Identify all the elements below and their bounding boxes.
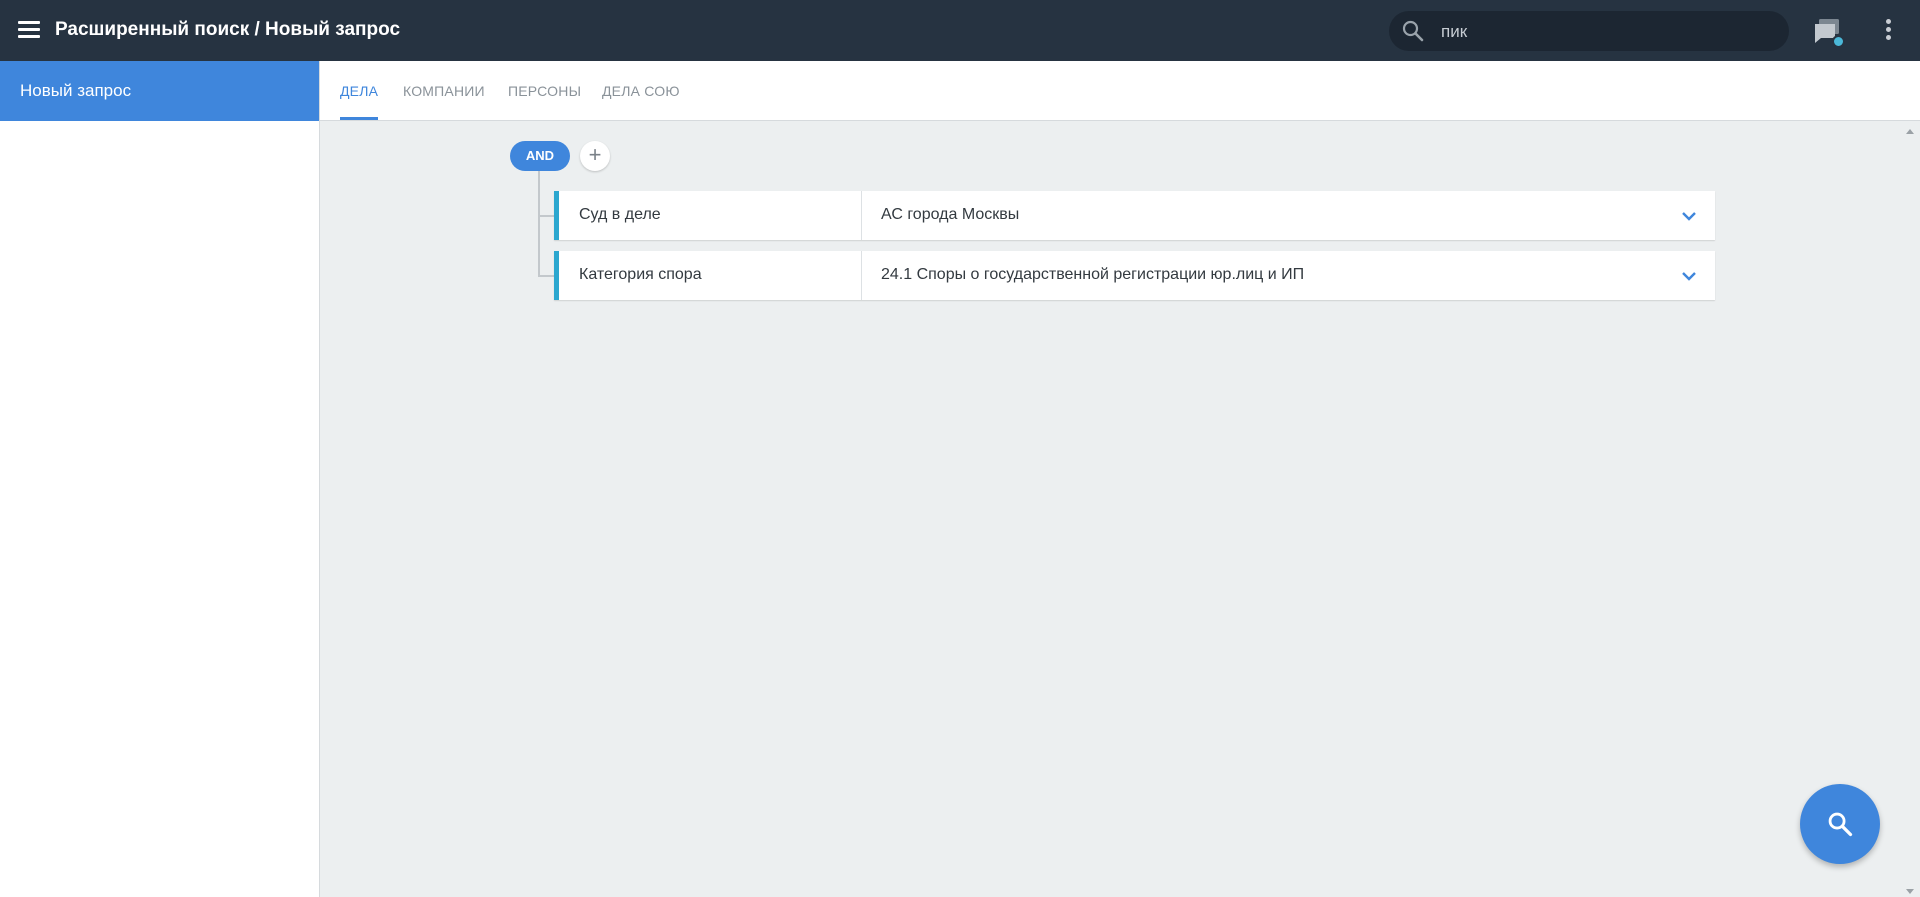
condition-value-text: 24.1 Споры о государственной регистрации… bbox=[881, 266, 1305, 283]
condition-row: Суд в деле АС города Москвы bbox=[554, 191, 1715, 240]
chevron-down-icon[interactable] bbox=[1681, 268, 1697, 284]
tree-branch bbox=[538, 275, 554, 277]
page-title: Расширенный поиск / Новый запрос bbox=[55, 19, 401, 40]
hamburger-icon[interactable] bbox=[18, 21, 40, 39]
search-box[interactable] bbox=[1389, 11, 1789, 51]
tree-branch bbox=[538, 215, 554, 217]
sidebar-item-label: Новый запрос bbox=[20, 81, 132, 100]
chat-icon[interactable] bbox=[1813, 17, 1845, 48]
condition-field[interactable]: Категория спора bbox=[559, 251, 862, 300]
query-builder: AND + Суд в деле АС города Москвы Катего… bbox=[320, 121, 1900, 897]
search-fab-button[interactable] bbox=[1800, 784, 1880, 864]
condition-field[interactable]: Суд в деле bbox=[559, 191, 862, 240]
condition-value-select[interactable]: АС города Москвы bbox=[862, 191, 1715, 240]
add-condition-button[interactable]: + bbox=[580, 141, 610, 171]
search-input[interactable] bbox=[1439, 19, 1773, 45]
chevron-down-icon[interactable] bbox=[1681, 208, 1697, 224]
condition-field-label: Категория спора bbox=[579, 266, 702, 283]
condition-row: Категория спора 24.1 Споры о государстве… bbox=[554, 251, 1715, 300]
sidebar: Новый запрос bbox=[0, 61, 320, 897]
condition-value-select[interactable]: 24.1 Споры о государственной регистрации… bbox=[862, 251, 1715, 300]
search-icon bbox=[1402, 20, 1424, 42]
notification-badge bbox=[1832, 35, 1845, 48]
tree-connector bbox=[538, 171, 540, 276]
condition-field-label: Суд в деле bbox=[579, 206, 661, 223]
tab-companies[interactable]: КОМПАНИИ bbox=[403, 83, 485, 120]
more-vert-icon[interactable] bbox=[1883, 19, 1893, 43]
scroll-up-arrow[interactable] bbox=[1906, 129, 1914, 134]
tab-cases[interactable]: ДЕЛА bbox=[340, 83, 379, 120]
tab-persons[interactable]: ПЕРСОНЫ bbox=[508, 83, 581, 120]
tab-bar: ДЕЛА КОМПАНИИ ПЕРСОНЫ ДЕЛА СОЮ bbox=[320, 61, 1920, 121]
scroll-down-arrow[interactable] bbox=[1906, 889, 1914, 894]
condition-value-text: АС города Москвы bbox=[881, 206, 1020, 223]
search-icon bbox=[1828, 812, 1853, 837]
sidebar-item-new-query[interactable]: Новый запрос bbox=[0, 61, 319, 121]
operator-and-button[interactable]: AND bbox=[510, 141, 570, 171]
tab-cases-sou[interactable]: ДЕЛА СОЮ bbox=[602, 83, 680, 120]
top-app-bar: Расширенный поиск / Новый запрос bbox=[0, 0, 1920, 61]
scrollbar[interactable] bbox=[1900, 121, 1920, 897]
